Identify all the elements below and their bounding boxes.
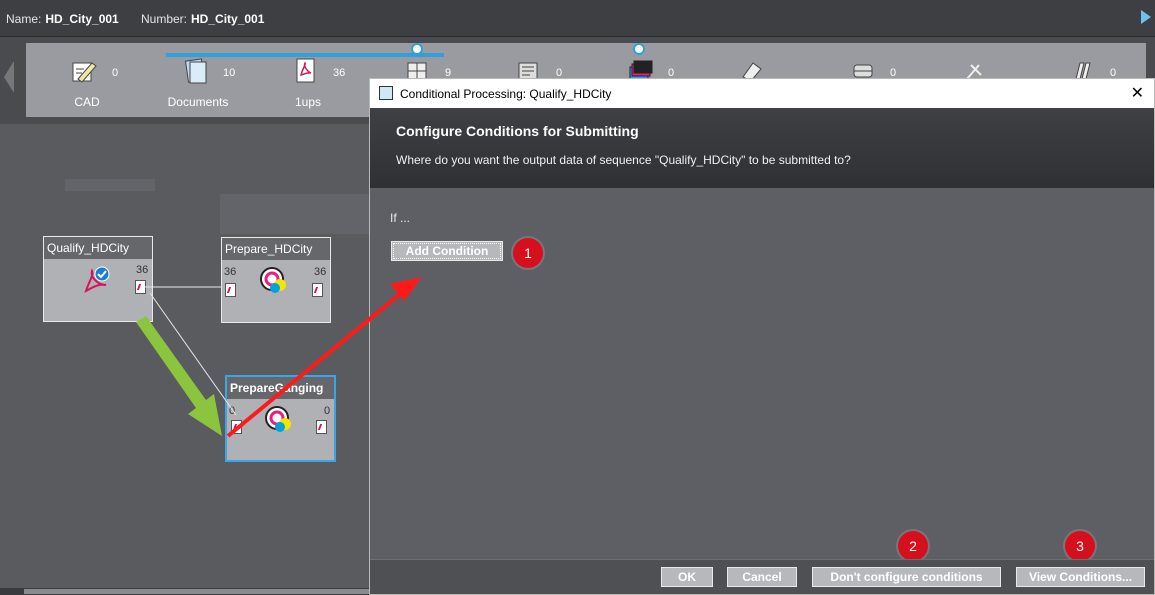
step-label: 1ups <box>294 95 322 109</box>
step-label: Documents <box>167 95 229 109</box>
cad-pencil-icon <box>72 62 97 83</box>
ghost-label <box>65 179 155 191</box>
workflow-node-qualify[interactable]: Qualify_HDCity 36 <box>43 236 153 322</box>
job-number: Number: HD_City_001 <box>141 12 264 26</box>
job-info-bar: Name: HD_City_001 Number: HD_City_001 <box>0 0 1155 37</box>
workflow-node-prepare-ganging[interactable]: PrepareGanging 0 0 <box>225 375 336 462</box>
step-1ups[interactable]: 36 1ups <box>253 55 363 111</box>
callout-badge-1: 1 <box>513 238 543 268</box>
node-out-count: 36 <box>136 264 149 276</box>
step-label: CAD <box>74 95 100 109</box>
canvas-scrollbar-thumb[interactable] <box>24 589 370 594</box>
step-count: 10 <box>223 67 236 79</box>
node-out-count: 0 <box>324 405 331 417</box>
play-icon[interactable] <box>1141 10 1151 24</box>
callout-badge-3: 3 <box>1065 531 1095 561</box>
if-label: If ... <box>390 211 411 225</box>
progress-marker-icon[interactable] <box>411 43 423 55</box>
dialog-app-icon <box>379 86 393 100</box>
workflow-canvas[interactable]: Qualify_HDCity 36 Prepare_HDCity 36 36 P… <box>0 123 372 595</box>
color-disc-icon <box>265 406 291 432</box>
workflow-node-prepare[interactable]: Prepare_HDCity 36 36 <box>221 237 331 323</box>
dialog-title: Conditional Processing: Qualify_HDCity <box>400 87 612 101</box>
dialog-titlebar: Conditional Processing: Qualify_HDCity ✕ <box>370 79 1154 108</box>
step-count: 0 <box>112 67 119 79</box>
view-conditions-button[interactable]: View Conditions... <box>1016 567 1145 587</box>
dialog-footer: OK Cancel Don't configure conditions Vie… <box>370 559 1154 594</box>
add-condition-button[interactable]: Add Condition <box>391 241 503 261</box>
node-title: PrepareGanging <box>227 377 334 399</box>
pdf-check-icon <box>84 266 110 293</box>
ghost-label <box>220 194 370 234</box>
dialog-subtitle: Where do you want the output data of seq… <box>396 153 851 167</box>
close-icon[interactable]: ✕ <box>1131 83 1144 103</box>
job-name-value: HD_City_001 <box>45 12 119 26</box>
job-name-label: Name: <box>6 12 42 26</box>
conditional-processing-dialog: Conditional Processing: Qualify_HDCity ✕… <box>369 78 1155 595</box>
pdf-output-icon[interactable] <box>316 420 327 434</box>
documents-icon <box>184 58 207 84</box>
dialog-header: Configure Conditions for Submitting Wher… <box>370 108 1154 188</box>
node-in-count: 36 <box>224 266 237 278</box>
pdf-input-icon[interactable] <box>225 283 236 297</box>
job-name: Name: HD_City_001 <box>6 12 119 26</box>
scroll-left-icon[interactable] <box>4 61 14 93</box>
dont-configure-conditions-button[interactable]: Don't configure conditions <box>812 567 1001 587</box>
pdf-output-icon[interactable] <box>135 280 146 294</box>
job-number-label: Number: <box>141 12 188 26</box>
node-out-count: 36 <box>314 266 327 278</box>
job-number-value: HD_City_001 <box>191 12 265 26</box>
node-title: Prepare_HDCity <box>222 238 330 260</box>
progress-marker-icon[interactable] <box>633 43 645 55</box>
step-count: 36 <box>333 67 346 79</box>
cancel-button[interactable]: Cancel <box>727 567 797 587</box>
ok-button[interactable]: OK <box>661 567 713 587</box>
step-documents[interactable]: 10 Documents <box>143 55 253 111</box>
step-cad[interactable]: 0 CAD <box>32 55 142 111</box>
dialog-body: If ... Add Condition 1 <box>370 188 1154 559</box>
pdf-output-icon[interactable] <box>312 283 323 297</box>
node-in-count: 0 <box>229 405 236 417</box>
node-title: Qualify_HDCity <box>44 237 152 259</box>
pdf-document-icon <box>296 58 315 83</box>
callout-badge-2: 2 <box>898 531 928 561</box>
dialog-heading: Configure Conditions for Submitting <box>396 123 639 139</box>
pdf-input-icon[interactable] <box>231 420 242 434</box>
color-disc-icon <box>260 267 286 293</box>
